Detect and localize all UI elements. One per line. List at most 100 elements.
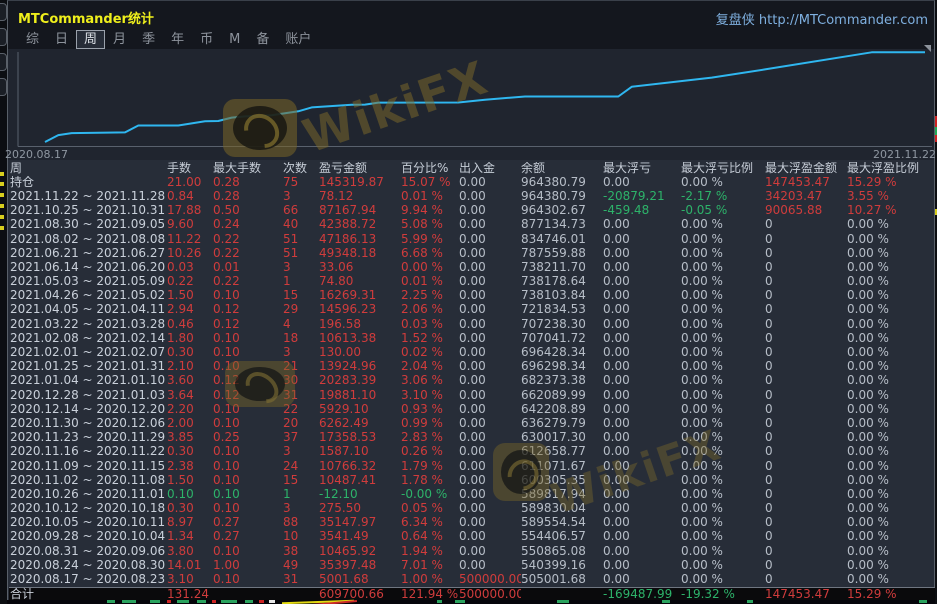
cell-balance: 877134.73	[521, 218, 603, 231]
cell-pnl: 130.00	[319, 346, 401, 359]
cell-max-float-loss-pct: 0.00 %	[681, 573, 765, 586]
cell-deposit: 0.00	[459, 389, 521, 402]
column-header-max-float-profit-pct: 最大浮盈比例	[847, 162, 935, 175]
cell-max-float-profit: 0	[765, 289, 847, 302]
cell-balance: 964380.79	[521, 190, 603, 203]
cell-max-float-profit-pct: 0.00 %	[847, 403, 935, 416]
background-candle-sliver	[455, 600, 465, 603]
menu-tab-账户[interactable]: 账户	[277, 31, 319, 48]
cell-count: 18	[283, 332, 319, 345]
cell-week: 2020.08.17 ~ 2020.08.23	[9, 573, 167, 586]
cell-max-float-loss-pct: 0.00 %	[681, 233, 765, 246]
background-candle-sliver	[747, 600, 753, 603]
chart-zone[interactable]: 2020.08.17 2021.11.22 WikiFX	[8, 49, 934, 160]
table-row[interactable]: 2020.09.28 ~ 2020.10.041.340.27103541.49…	[9, 530, 935, 544]
cell-max-float-profit-pct: 10.27 %	[847, 204, 935, 217]
table-row[interactable]: 2021.10.25 ~ 2021.10.3117.880.506687167.…	[9, 204, 935, 218]
cell-max-float-profit: 0	[765, 303, 847, 316]
table-row[interactable]: 2021.06.21 ~ 2021.06.2710.260.225149348.…	[9, 246, 935, 260]
column-header-pnl-pct: 百分比%	[401, 162, 459, 175]
table-row[interactable]: 2021.11.22 ~ 2021.11.280.840.28378.120.0…	[9, 189, 935, 203]
table-row[interactable]: 2020.11.02 ~ 2020.11.081.500.101510487.4…	[9, 473, 935, 487]
cell-pnl-pct: 0.00 %	[401, 261, 459, 274]
background-candle-sliver	[259, 600, 264, 603]
table-row[interactable]: 2020.10.26 ~ 2020.11.010.100.101-12.10-0…	[9, 487, 935, 501]
cell-pnl-pct: -0.00 %	[401, 488, 459, 501]
cell-balance: 505001.68	[521, 573, 603, 586]
cell-max-float-loss-pct: 0.00 %	[681, 545, 765, 558]
menu-tab-综[interactable]: 综	[18, 31, 47, 48]
menu-tab-周[interactable]: 周	[76, 30, 105, 49]
table-row[interactable]: 2020.11.09 ~ 2020.11.152.380.102410766.3…	[9, 459, 935, 473]
panel-resize-grip[interactable]	[924, 45, 931, 52]
cell-week: 2021.01.04 ~ 2021.01.10	[9, 374, 167, 387]
column-header-count: 次数	[283, 162, 319, 175]
cell-balance: 964380.79	[521, 176, 603, 189]
cell-max-float-profit: 90065.88	[765, 204, 847, 217]
cell-count: 3	[283, 346, 319, 359]
column-header-max-lots: 最大手数	[213, 162, 283, 175]
table-row[interactable]: 2021.03.22 ~ 2021.03.280.460.124196.580.…	[9, 317, 935, 331]
table-row[interactable]: 2021.06.14 ~ 2021.06.200.030.01333.060.0…	[9, 260, 935, 274]
cell-max-lots: 0.10	[213, 545, 283, 558]
cell-count: 3	[283, 445, 319, 458]
cell-max-lots: 0.22	[213, 275, 283, 288]
cell-week: 2020.12.14 ~ 2020.12.20	[9, 403, 167, 416]
cell-lots: 0.22	[167, 275, 213, 288]
cell-max-float-profit-pct: 0.00 %	[847, 431, 935, 444]
cell-week: 2021.08.30 ~ 2021.09.05	[9, 218, 167, 231]
table-row[interactable]: 2020.10.05 ~ 2020.10.118.970.278835147.9…	[9, 516, 935, 530]
cell-max-lots: 0.12	[213, 318, 283, 331]
table-row[interactable]: 2020.08.24 ~ 2020.08.3014.011.004935397.…	[9, 558, 935, 572]
cell-max-float-loss-pct: 0.00 %	[681, 332, 765, 345]
menu-tab-M[interactable]: M	[221, 31, 248, 48]
table-row[interactable]: 2020.11.23 ~ 2020.11.293.850.253717358.5…	[9, 431, 935, 445]
table-row[interactable]: 2021.05.03 ~ 2021.05.090.220.22174.800.0…	[9, 275, 935, 289]
cell-pnl-pct: 0.03 %	[401, 318, 459, 331]
cell-balance: 707238.30	[521, 318, 603, 331]
cell-lots: 2.94	[167, 303, 213, 316]
cell-pnl: 87167.94	[319, 204, 401, 217]
cell-pnl-pct: 9.94 %	[401, 204, 459, 217]
table-row[interactable]: 2021.08.30 ~ 2021.09.059.600.244042388.7…	[9, 218, 935, 232]
wikifx-logo-watermark	[493, 443, 549, 501]
table-row[interactable]: 持仓21.000.2875145319.8715.07 %0.00964380.…	[9, 175, 935, 189]
menu-tab-日[interactable]: 日	[47, 31, 76, 48]
table-row[interactable]: 2021.04.26 ~ 2021.05.021.500.101516269.3…	[9, 289, 935, 303]
menu-tab-币[interactable]: 币	[192, 31, 221, 48]
menu-tab-备[interactable]: 备	[248, 31, 277, 48]
cell-max-float-loss: 0.00	[603, 374, 681, 387]
background-candle-sliver	[437, 600, 442, 603]
cell-count: 10	[283, 530, 319, 543]
table-row[interactable]: 2020.08.17 ~ 2020.08.233.100.10315001.68…	[9, 572, 935, 586]
table-row[interactable]: 2020.08.31 ~ 2020.09.063.800.103810465.9…	[9, 544, 935, 558]
table-row[interactable]: 2021.01.04 ~ 2021.01.103.600.123020283.3…	[9, 374, 935, 388]
table-row[interactable]: 2021.02.08 ~ 2021.02.141.800.101810613.3…	[9, 331, 935, 345]
table-row[interactable]: 2020.10.12 ~ 2020.10.180.300.103275.500.…	[9, 502, 935, 516]
table-row[interactable]: 2020.12.28 ~ 2021.01.033.640.123119881.1…	[9, 388, 935, 402]
menu-tab-季[interactable]: 季	[134, 31, 163, 48]
wikifx-logo-watermark	[223, 99, 297, 157]
table-row[interactable]: 2021.04.05 ~ 2021.04.112.940.122914596.2…	[9, 303, 935, 317]
cell-max-lots: 0.10	[213, 332, 283, 345]
cell-balance: 642208.89	[521, 403, 603, 416]
table-row[interactable]: 2021.01.25 ~ 2021.01.312.100.102113924.9…	[9, 360, 935, 374]
table-row[interactable]: 2021.02.01 ~ 2021.02.070.300.103130.000.…	[9, 345, 935, 359]
menu-tab-月[interactable]: 月	[105, 31, 134, 48]
cell-week: 2020.08.24 ~ 2020.08.30	[9, 559, 167, 572]
table-row[interactable]: 2021.08.02 ~ 2021.08.0811.220.225147186.…	[9, 232, 935, 246]
menu-tab-年[interactable]: 年	[163, 31, 192, 48]
table-row[interactable]: 2020.11.16 ~ 2020.11.220.300.1031587.100…	[9, 445, 935, 459]
table-row[interactable]: 2020.12.14 ~ 2020.12.202.200.10225929.10…	[9, 402, 935, 416]
cell-count: 40	[283, 218, 319, 231]
cell-lots: 1.80	[167, 332, 213, 345]
cell-pnl-pct: 6.34 %	[401, 516, 459, 529]
background-button-sliver	[0, 53, 7, 71]
title-bar[interactable]: MTCommander统计 复盘侠 http://MTCommander.com	[8, 1, 934, 30]
cell-max-float-profit-pct: 3.55 %	[847, 190, 935, 203]
cell-max-float-profit-pct: 0.00 %	[847, 247, 935, 260]
table-row[interactable]: 2020.11.30 ~ 2020.12.062.000.10206262.49…	[9, 416, 935, 430]
cell-deposit: 0.00	[459, 332, 521, 345]
cell-count: 1	[283, 275, 319, 288]
cell-max-float-loss-pct: 0.00 %	[681, 502, 765, 515]
